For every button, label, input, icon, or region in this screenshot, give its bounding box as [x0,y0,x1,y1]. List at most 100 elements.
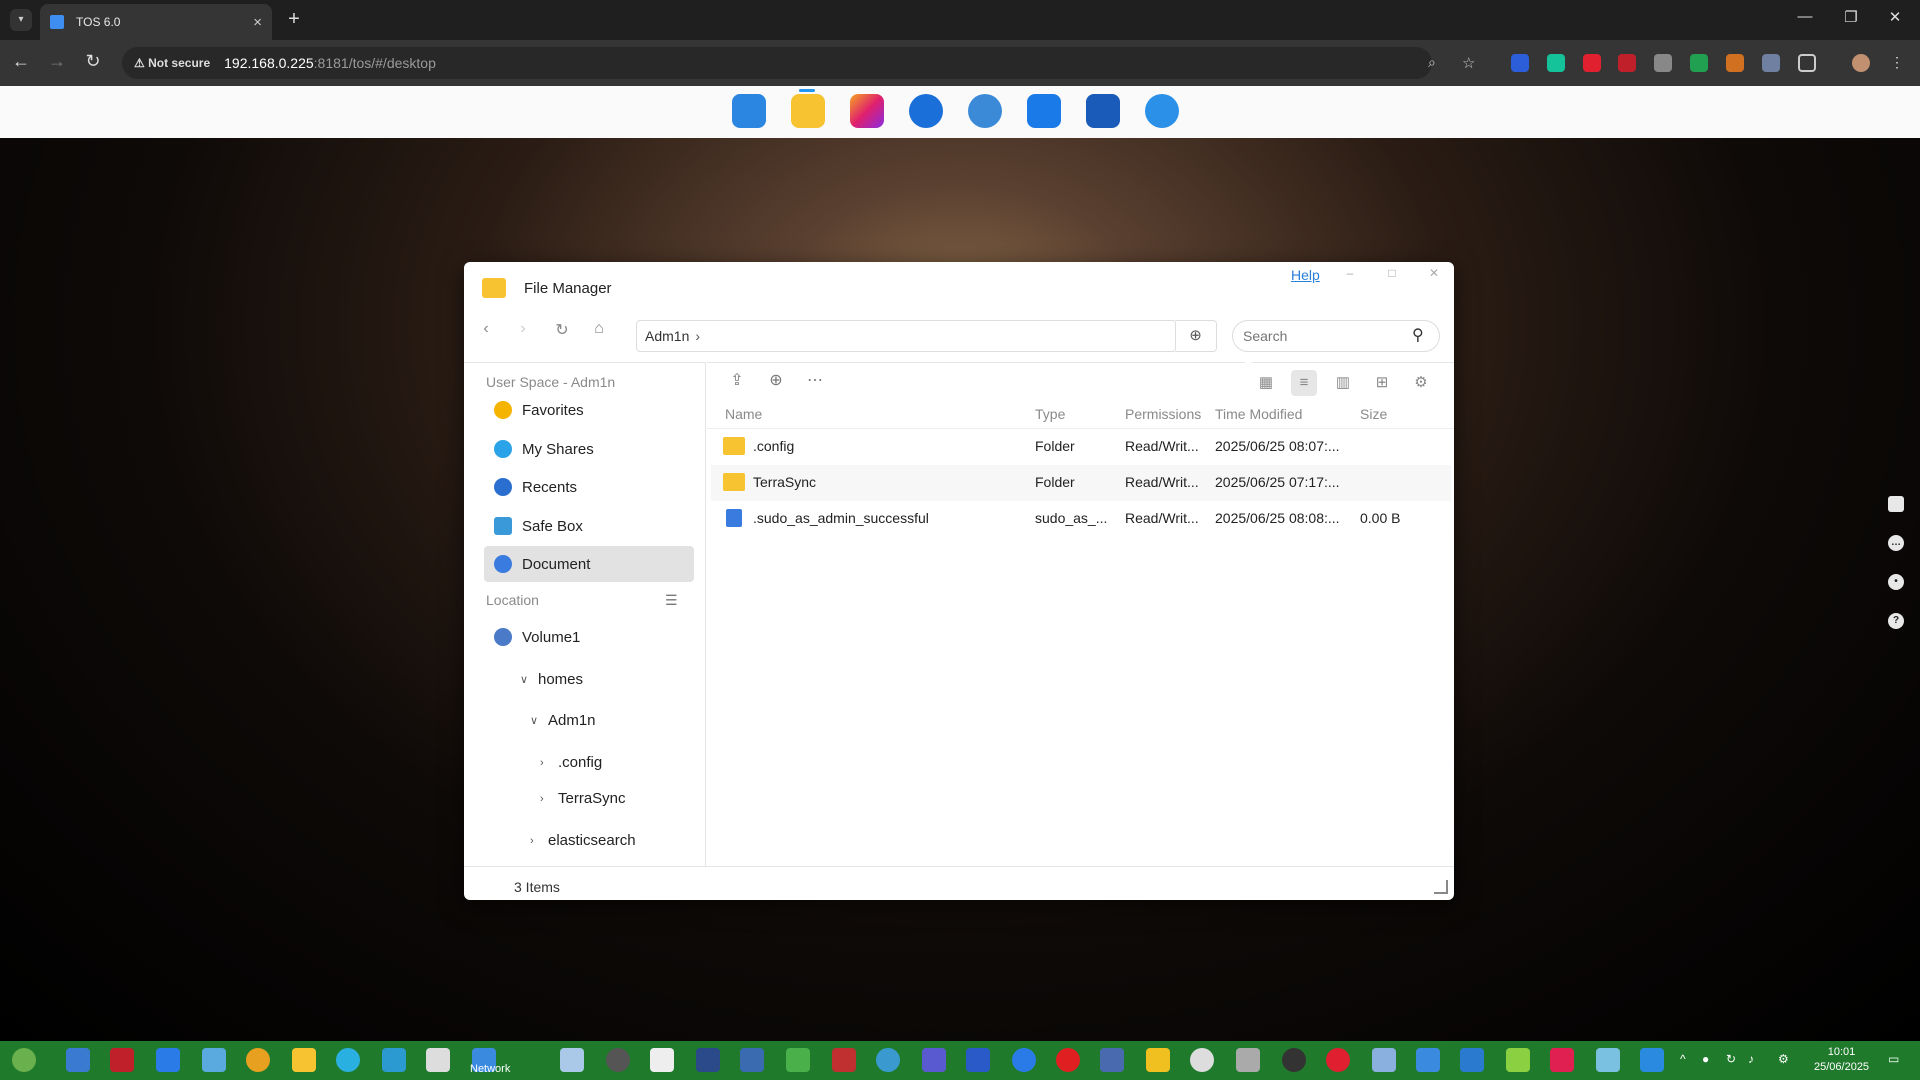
bookmark-star-icon[interactable]: ☆ [1462,54,1480,72]
column-header-type[interactable]: Type [1035,406,1065,422]
taskbar-app-icon[interactable] [1506,1048,1530,1072]
tree-adm1n[interactable]: ∨ Adm1n [530,712,596,729]
menu-kebab-icon[interactable]: ⋮ [1888,54,1906,72]
sidebar-item-recents[interactable]: Recents [484,469,694,505]
taskbar-app-icon[interactable] [966,1048,990,1072]
refresh-icon[interactable]: ↻ [548,320,576,340]
taskbar-app-icon[interactable] [1372,1048,1396,1072]
sync-icon[interactable]: ↻ [1726,1052,1736,1066]
resize-handle[interactable] [1434,880,1448,894]
taskbar-app-icon[interactable] [650,1048,674,1072]
store-bag-icon[interactable] [1027,94,1061,128]
new-tab-button[interactable]: + [282,8,306,31]
taskbar-app-icon[interactable] [66,1048,90,1072]
back-icon[interactable]: ← [8,51,34,72]
settings-icon[interactable]: ⚙ [1778,1052,1789,1066]
taskbar-app-icon[interactable] [426,1048,450,1072]
chat-icon[interactable]: … [1888,535,1904,551]
tree-config[interactable]: › .config [540,754,602,771]
backup-clock-icon[interactable] [909,94,943,128]
plex-icon[interactable] [1146,1048,1170,1072]
taskbar-app-icon[interactable] [1550,1048,1574,1072]
restore-icon[interactable]: ❐ [1836,8,1866,26]
file-manager-icon[interactable] [791,94,825,128]
file-explorer-icon[interactable] [292,1048,316,1072]
taskbar-app-icon[interactable] [1282,1048,1306,1072]
minimize-icon[interactable]: — [1790,8,1820,25]
breadcrumb[interactable]: Adm1n › [636,320,1176,352]
download-icon[interactable] [1654,54,1672,72]
back-arrow-icon[interactable]: ‹ [472,320,500,338]
forward-icon[interactable]: → [44,51,70,72]
support-headset-icon[interactable] [1145,94,1179,128]
window-close-icon[interactable]: ✕ [1424,266,1444,280]
taskbar-app-icon[interactable] [1236,1048,1260,1072]
storage-list-icon[interactable]: ☰ [665,592,678,609]
sidebar-item-document[interactable]: Document [484,546,694,582]
taskbar-app-icon[interactable] [560,1048,584,1072]
browser-tab[interactable]: TOS 6.0 × [40,4,272,40]
not-secure-badge[interactable]: ⚠ Not secure [134,56,210,70]
chevron-right-icon[interactable]: › [540,793,558,805]
taskbar-app-icon[interactable] [156,1048,180,1072]
sidebar-item-safe-box[interactable]: Safe Box [484,508,694,544]
docker-icon[interactable] [1086,94,1120,128]
table-row[interactable]: .config Folder Read/Writ... 2025/06/25 0… [711,429,1451,465]
taskbar-app-icon[interactable] [740,1048,764,1072]
sidebar-item-my-shares[interactable]: My Shares [484,431,694,467]
breadcrumb-item[interactable]: Adm1n [645,328,689,344]
notification-bell-icon[interactable]: • [1888,574,1904,590]
tree-elasticsearch[interactable]: › elasticsearch [530,832,636,849]
chevron-down-icon[interactable]: ∨ [520,673,538,686]
taskbar-clock[interactable]: 10:01 25/06/2025 [1814,1045,1869,1075]
zoom-icon[interactable]: ⌕ [1428,54,1446,72]
column-header-size[interactable]: Size [1360,406,1387,422]
upload-icon[interactable]: ⇪ [726,370,748,390]
help-link[interactable]: Help [1291,267,1320,283]
upload-circle-icon[interactable]: ⊕ [1175,320,1217,352]
column-header-permissions[interactable]: Permissions [1125,406,1201,422]
forward-arrow-icon[interactable]: › [509,320,537,338]
extension-icon[interactable] [1690,54,1708,72]
home-icon[interactable]: ⌂ [585,320,613,338]
taskbar-app-icon[interactable] [202,1048,226,1072]
search-icon[interactable]: ⚲ [1412,325,1424,345]
taskbar-app-icon[interactable] [336,1048,360,1072]
grammarly-icon[interactable] [1547,54,1565,72]
taskbar-app-icon[interactable] [1596,1048,1620,1072]
table-row[interactable]: .sudo_as_admin_successful sudo_as_... Re… [711,501,1451,537]
close-window-icon[interactable]: ✕ [1880,8,1910,26]
calculator-icon[interactable] [1416,1048,1440,1072]
extension-icon[interactable] [1511,54,1529,72]
chrome-icon[interactable] [246,1048,270,1072]
tab-close-icon[interactable]: × [253,14,262,31]
taskbar-app-icon[interactable] [1190,1048,1214,1072]
extensions-puzzle-icon[interactable] [1798,54,1816,72]
taskbar-app-icon[interactable] [696,1048,720,1072]
profile-avatar[interactable] [1852,54,1870,72]
help-question-icon[interactable]: ? [1888,613,1904,629]
opera-icon[interactable] [1326,1048,1350,1072]
tree-terrasync[interactable]: › TerraSync [540,790,626,807]
reload-icon[interactable]: ↻ [80,51,106,72]
extension-icon[interactable] [1726,54,1744,72]
taskbar-app-icon[interactable] [1100,1048,1124,1072]
taskbar-app-icon[interactable] [382,1048,406,1072]
chevron-right-icon[interactable]: › [530,835,548,847]
window-minimize-icon[interactable]: – [1340,266,1360,280]
volume-icon[interactable]: ♪ [1748,1052,1754,1066]
search-input[interactable] [1232,320,1440,352]
taskbar-app-icon[interactable] [832,1048,856,1072]
monitor-widget-icon[interactable] [1888,496,1904,512]
chevron-down-icon[interactable]: ∨ [530,714,548,727]
column-header-name[interactable]: Name [725,406,762,422]
tree-volume1[interactable]: Volume1 [494,628,580,646]
taskbar-app-icon[interactable] [110,1048,134,1072]
column-view-icon[interactable]: ▥ [1330,370,1356,396]
create-plus-icon[interactable]: ⊕ [765,370,787,390]
table-row[interactable]: TerraSync Folder Read/Writ... 2025/06/25… [711,465,1451,501]
taskbar-app-icon[interactable] [1460,1048,1484,1072]
new-window-icon[interactable]: ⊞ [1369,370,1395,396]
notification-center-icon[interactable]: ▭ [1888,1052,1899,1066]
more-options-icon[interactable]: ⋯ [804,370,826,390]
